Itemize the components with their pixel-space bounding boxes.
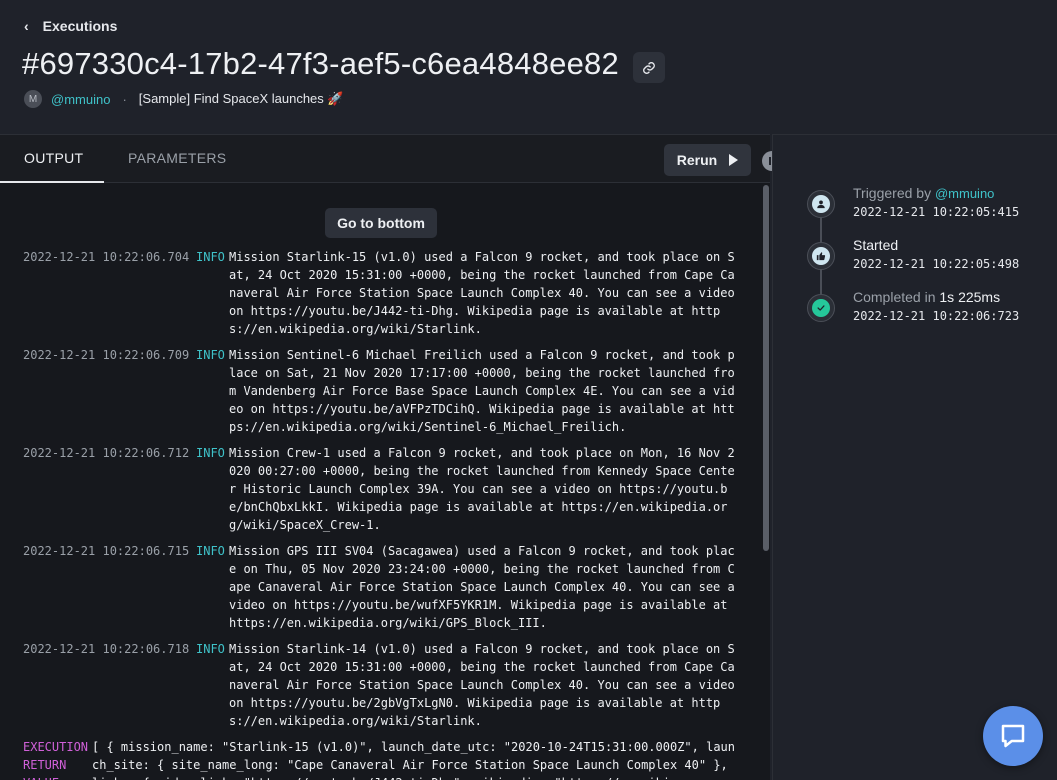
meta-separator: · — [122, 91, 127, 107]
tab-output[interactable]: OUTPUT — [24, 150, 83, 166]
rerun-label: Rerun — [676, 152, 718, 168]
execution-timeline: Triggered by @mmuino 2022-12-21 10:22:05… — [772, 134, 1057, 780]
log-level: INFO — [196, 348, 225, 362]
log-level: INFO — [196, 544, 225, 558]
timeline-completed-time: 2022-12-21 10:22:06:723 — [853, 309, 1020, 323]
timeline-node-completed — [807, 294, 835, 322]
timeline-triggered-time: 2022-12-21 10:22:05:415 — [853, 205, 1020, 219]
page-header: ‹ Executions #697330c4-17b2-47f3-aef5-c6… — [0, 0, 1057, 134]
log-timestamp: 2022-12-21 10:22:06.709 — [23, 348, 190, 362]
completed-prefix: Completed in — [853, 289, 936, 305]
log-message: Mission Sentinel-6 Michael Freilich used… — [229, 348, 735, 434]
timeline-node-started — [807, 242, 835, 270]
log-timestamp: 2022-12-21 10:22:06.715 — [23, 544, 190, 558]
timeline-node-completed-fill — [812, 299, 830, 317]
execution-return-value: [ { mission_name: "Starlink-15 (v1.0)", … — [92, 740, 735, 780]
play-icon — [729, 154, 739, 166]
output-pane: OUTPUT PARAMETERS Rerun Go to bottom 202… — [0, 134, 782, 780]
log-timestamp: 2022-12-21 10:22:06.712 — [23, 446, 190, 460]
log-level: INFO — [196, 446, 225, 460]
log-scrollbar-thumb[interactable] — [763, 185, 769, 551]
chat-bubble-icon — [1001, 724, 1025, 748]
flow-name-link[interactable]: [Sample] Find SpaceX launches 🚀 — [139, 91, 344, 107]
check-icon — [817, 305, 825, 311]
log-level: INFO — [196, 250, 225, 264]
started-label: Started — [853, 237, 899, 253]
log-message: Mission Starlink-14 (v1.0) used a Falcon… — [229, 642, 735, 728]
go-to-bottom-button[interactable]: Go to bottom — [325, 208, 437, 238]
log-output[interactable]: Go to bottom 2022-12-21 10:22:06.704 INF… — [0, 183, 762, 780]
log-timestamp: 2022-12-21 10:22:06.704 — [23, 250, 190, 264]
execution-meta: M @mmuino · [Sample] Find SpaceX launche… — [24, 90, 344, 108]
timeline-completed-title: Completed in 1s 225ms — [853, 289, 1000, 305]
timeline-node-triggered-fill — [812, 195, 830, 213]
timeline-node-started-fill — [812, 247, 830, 265]
back-link-label: Executions — [42, 18, 118, 34]
support-chat-button[interactable] — [983, 706, 1043, 766]
rerun-button[interactable]: Rerun — [664, 144, 751, 176]
log-message: Mission GPS III SV04 (Sacagawea) used a … — [229, 544, 735, 630]
copy-link-button[interactable] — [633, 52, 665, 83]
link-icon — [643, 61, 655, 74]
completed-duration: 1s 225ms — [939, 289, 1001, 305]
timeline-started-time: 2022-12-21 10:22:05:498 — [853, 257, 1020, 271]
tab-parameters[interactable]: PARAMETERS — [128, 150, 226, 166]
log-level: INFO — [196, 642, 225, 656]
log-message: Mission Crew-1 used a Falcon 9 rocket, a… — [229, 446, 735, 532]
triggered-user-link[interactable]: @mmuino — [935, 186, 994, 201]
triggered-prefix: Triggered by — [853, 185, 932, 201]
back-to-executions-link[interactable]: ‹ Executions — [24, 18, 117, 34]
tab-bar: OUTPUT PARAMETERS Rerun — [0, 135, 782, 183]
execution-return-label: EXECUTION RETURN VALUE: — [23, 740, 89, 780]
timeline-triggered-title: Triggered by @mmuino — [853, 185, 994, 201]
timeline-node-triggered — [807, 190, 835, 218]
log-timestamp: 2022-12-21 10:22:06.718 — [23, 642, 190, 656]
log-message: Mission Starlink-15 (v1.0) used a Falcon… — [229, 250, 735, 336]
thumbs-up-icon — [816, 252, 826, 261]
user-link[interactable]: @mmuino — [51, 92, 110, 107]
timeline-started-title: Started — [853, 237, 898, 253]
pause-icon — [769, 157, 771, 165]
execution-id-title: #697330c4-17b2-47f3-aef5-c6ea4848ee82 — [22, 46, 619, 81]
avatar: M — [24, 90, 42, 108]
user-icon — [817, 200, 825, 209]
chevron-left-icon: ‹ — [24, 18, 29, 34]
